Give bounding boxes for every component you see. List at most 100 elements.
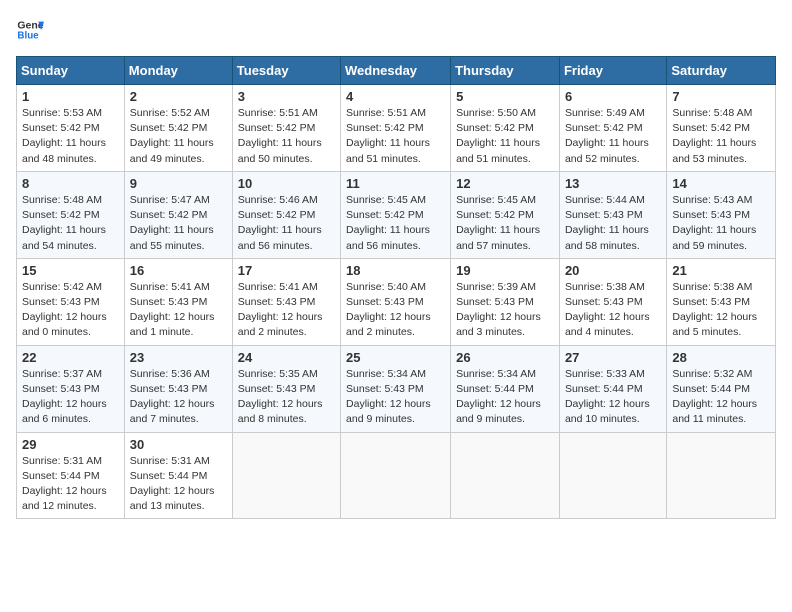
day-number: 15	[22, 263, 119, 278]
day-number: 12	[456, 176, 554, 191]
day-detail: Sunrise: 5:51 AMSunset: 5:42 PMDaylight:…	[238, 107, 322, 165]
day-detail: Sunrise: 5:37 AMSunset: 5:43 PMDaylight:…	[22, 368, 107, 426]
day-detail: Sunrise: 5:35 AMSunset: 5:43 PMDaylight:…	[238, 368, 323, 426]
calendar-week-row: 8 Sunrise: 5:48 AMSunset: 5:42 PMDayligh…	[17, 171, 776, 258]
day-detail: Sunrise: 5:45 AMSunset: 5:42 PMDaylight:…	[346, 194, 430, 252]
calendar-cell: 10 Sunrise: 5:46 AMSunset: 5:42 PMDaylig…	[232, 171, 340, 258]
day-detail: Sunrise: 5:34 AMSunset: 5:44 PMDaylight:…	[456, 368, 541, 426]
day-number: 4	[346, 89, 445, 104]
day-number: 3	[238, 89, 335, 104]
weekday-header-monday: Monday	[124, 57, 232, 85]
calendar-cell: 13 Sunrise: 5:44 AMSunset: 5:43 PMDaylig…	[559, 171, 666, 258]
day-number: 7	[672, 89, 770, 104]
day-number: 26	[456, 350, 554, 365]
calendar-week-row: 22 Sunrise: 5:37 AMSunset: 5:43 PMDaylig…	[17, 345, 776, 432]
calendar-cell: 25 Sunrise: 5:34 AMSunset: 5:43 PMDaylig…	[341, 345, 451, 432]
svg-text:Blue: Blue	[17, 30, 39, 41]
day-detail: Sunrise: 5:47 AMSunset: 5:42 PMDaylight:…	[130, 194, 214, 252]
day-number: 27	[565, 350, 661, 365]
day-detail: Sunrise: 5:40 AMSunset: 5:43 PMDaylight:…	[346, 281, 431, 339]
calendar-cell: 30 Sunrise: 5:31 AMSunset: 5:44 PMDaylig…	[124, 432, 232, 519]
calendar-cell: 22 Sunrise: 5:37 AMSunset: 5:43 PMDaylig…	[17, 345, 125, 432]
weekday-header-saturday: Saturday	[667, 57, 776, 85]
calendar-week-row: 15 Sunrise: 5:42 AMSunset: 5:43 PMDaylig…	[17, 258, 776, 345]
day-detail: Sunrise: 5:34 AMSunset: 5:43 PMDaylight:…	[346, 368, 431, 426]
calendar-week-row: 29 Sunrise: 5:31 AMSunset: 5:44 PMDaylig…	[17, 432, 776, 519]
day-number: 30	[130, 437, 227, 452]
day-detail: Sunrise: 5:49 AMSunset: 5:42 PMDaylight:…	[565, 107, 649, 165]
calendar-cell: 8 Sunrise: 5:48 AMSunset: 5:42 PMDayligh…	[17, 171, 125, 258]
day-detail: Sunrise: 5:43 AMSunset: 5:43 PMDaylight:…	[672, 194, 756, 252]
calendar-cell: 12 Sunrise: 5:45 AMSunset: 5:42 PMDaylig…	[451, 171, 560, 258]
day-number: 2	[130, 89, 227, 104]
calendar-cell: 1 Sunrise: 5:53 AMSunset: 5:42 PMDayligh…	[17, 85, 125, 172]
day-number: 25	[346, 350, 445, 365]
day-number: 18	[346, 263, 445, 278]
day-detail: Sunrise: 5:44 AMSunset: 5:43 PMDaylight:…	[565, 194, 649, 252]
logo-icon: General Blue	[16, 16, 44, 44]
calendar-cell	[232, 432, 340, 519]
logo: General Blue	[16, 16, 44, 44]
calendar-cell: 3 Sunrise: 5:51 AMSunset: 5:42 PMDayligh…	[232, 85, 340, 172]
calendar-cell: 11 Sunrise: 5:45 AMSunset: 5:42 PMDaylig…	[341, 171, 451, 258]
day-number: 13	[565, 176, 661, 191]
day-number: 29	[22, 437, 119, 452]
calendar-cell: 19 Sunrise: 5:39 AMSunset: 5:43 PMDaylig…	[451, 258, 560, 345]
calendar-cell	[667, 432, 776, 519]
calendar-cell: 15 Sunrise: 5:42 AMSunset: 5:43 PMDaylig…	[17, 258, 125, 345]
day-detail: Sunrise: 5:51 AMSunset: 5:42 PMDaylight:…	[346, 107, 430, 165]
calendar-cell: 7 Sunrise: 5:48 AMSunset: 5:42 PMDayligh…	[667, 85, 776, 172]
day-number: 14	[672, 176, 770, 191]
day-detail: Sunrise: 5:50 AMSunset: 5:42 PMDaylight:…	[456, 107, 540, 165]
calendar-cell: 26 Sunrise: 5:34 AMSunset: 5:44 PMDaylig…	[451, 345, 560, 432]
day-number: 10	[238, 176, 335, 191]
calendar-cell	[559, 432, 666, 519]
day-number: 6	[565, 89, 661, 104]
day-number: 8	[22, 176, 119, 191]
day-number: 16	[130, 263, 227, 278]
weekday-header-sunday: Sunday	[17, 57, 125, 85]
day-number: 22	[22, 350, 119, 365]
day-detail: Sunrise: 5:39 AMSunset: 5:43 PMDaylight:…	[456, 281, 541, 339]
day-number: 24	[238, 350, 335, 365]
weekday-header-tuesday: Tuesday	[232, 57, 340, 85]
calendar-cell: 24 Sunrise: 5:35 AMSunset: 5:43 PMDaylig…	[232, 345, 340, 432]
weekday-header-row: SundayMondayTuesdayWednesdayThursdayFrid…	[17, 57, 776, 85]
day-detail: Sunrise: 5:45 AMSunset: 5:42 PMDaylight:…	[456, 194, 540, 252]
day-detail: Sunrise: 5:52 AMSunset: 5:42 PMDaylight:…	[130, 107, 214, 165]
day-detail: Sunrise: 5:31 AMSunset: 5:44 PMDaylight:…	[130, 455, 215, 513]
day-detail: Sunrise: 5:33 AMSunset: 5:44 PMDaylight:…	[565, 368, 650, 426]
calendar-cell: 17 Sunrise: 5:41 AMSunset: 5:43 PMDaylig…	[232, 258, 340, 345]
calendar-cell: 29 Sunrise: 5:31 AMSunset: 5:44 PMDaylig…	[17, 432, 125, 519]
weekday-header-thursday: Thursday	[451, 57, 560, 85]
day-detail: Sunrise: 5:38 AMSunset: 5:43 PMDaylight:…	[672, 281, 757, 339]
day-detail: Sunrise: 5:31 AMSunset: 5:44 PMDaylight:…	[22, 455, 107, 513]
day-detail: Sunrise: 5:42 AMSunset: 5:43 PMDaylight:…	[22, 281, 107, 339]
day-number: 20	[565, 263, 661, 278]
day-detail: Sunrise: 5:38 AMSunset: 5:43 PMDaylight:…	[565, 281, 650, 339]
calendar-cell: 14 Sunrise: 5:43 AMSunset: 5:43 PMDaylig…	[667, 171, 776, 258]
calendar-cell: 23 Sunrise: 5:36 AMSunset: 5:43 PMDaylig…	[124, 345, 232, 432]
day-number: 11	[346, 176, 445, 191]
calendar-cell: 5 Sunrise: 5:50 AMSunset: 5:42 PMDayligh…	[451, 85, 560, 172]
calendar-week-row: 1 Sunrise: 5:53 AMSunset: 5:42 PMDayligh…	[17, 85, 776, 172]
day-number: 19	[456, 263, 554, 278]
page-header: General Blue	[16, 16, 776, 44]
calendar-cell: 21 Sunrise: 5:38 AMSunset: 5:43 PMDaylig…	[667, 258, 776, 345]
day-number: 21	[672, 263, 770, 278]
day-detail: Sunrise: 5:36 AMSunset: 5:43 PMDaylight:…	[130, 368, 215, 426]
calendar-table: SundayMondayTuesdayWednesdayThursdayFrid…	[16, 56, 776, 519]
day-number: 9	[130, 176, 227, 191]
day-number: 17	[238, 263, 335, 278]
day-detail: Sunrise: 5:53 AMSunset: 5:42 PMDaylight:…	[22, 107, 106, 165]
calendar-cell: 20 Sunrise: 5:38 AMSunset: 5:43 PMDaylig…	[559, 258, 666, 345]
calendar-cell: 27 Sunrise: 5:33 AMSunset: 5:44 PMDaylig…	[559, 345, 666, 432]
calendar-cell	[341, 432, 451, 519]
calendar-cell: 28 Sunrise: 5:32 AMSunset: 5:44 PMDaylig…	[667, 345, 776, 432]
day-number: 1	[22, 89, 119, 104]
calendar-cell: 4 Sunrise: 5:51 AMSunset: 5:42 PMDayligh…	[341, 85, 451, 172]
weekday-header-wednesday: Wednesday	[341, 57, 451, 85]
day-detail: Sunrise: 5:41 AMSunset: 5:43 PMDaylight:…	[238, 281, 323, 339]
day-detail: Sunrise: 5:32 AMSunset: 5:44 PMDaylight:…	[672, 368, 757, 426]
calendar-cell	[451, 432, 560, 519]
